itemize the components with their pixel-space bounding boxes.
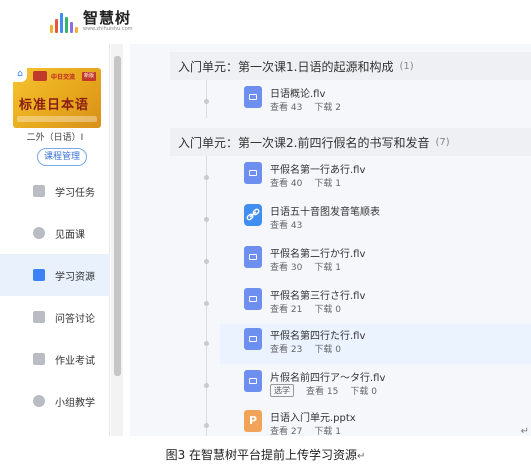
timeline-dot: [204, 259, 209, 264]
logo-url: www.zhihuishu.com: [83, 26, 133, 32]
video-file-icon: [244, 370, 262, 392]
view-count: 查看 30: [270, 263, 303, 273]
cover-tag: 新版: [82, 72, 96, 81]
chapter-count: (7): [435, 136, 450, 148]
cover-badge: [33, 71, 47, 81]
group-icon: [33, 395, 45, 407]
timeline-line: [206, 78, 207, 118]
sidebar-item-label: 学习资源: [55, 271, 95, 283]
resource-title[interactable]: 平假名第四行た行.flv: [270, 327, 365, 342]
sidebar-item-meeting[interactable]: 见面课: [0, 212, 110, 254]
logo-bars-icon: [50, 11, 78, 33]
resource-title[interactable]: 平假名第三行さ行.flv: [270, 287, 365, 302]
resource-item[interactable]: 平假名第一行あ行.flv 查看 40 下载 1: [204, 158, 531, 198]
sidebar-item-label: 问答讨论: [55, 313, 95, 325]
view-count: 查看 27: [270, 427, 303, 436]
view-count: 查看 23: [270, 345, 303, 355]
return-mark: ↵: [520, 426, 529, 436]
sidebar-item-label: 作业考试: [55, 355, 95, 367]
ppt-file-icon: P: [244, 410, 262, 432]
question-icon: [33, 311, 45, 323]
timeline-dot: [204, 99, 209, 104]
download-count[interactable]: 下载 0: [314, 302, 341, 315]
folder-icon: [33, 269, 45, 281]
timeline-dot: [204, 341, 209, 346]
video-file-icon: [244, 328, 262, 350]
sidebar-item-groups[interactable]: 小组教学: [0, 380, 110, 422]
sidebar-item-qa[interactable]: 问答讨论: [0, 296, 110, 338]
timeline-dot: [204, 383, 209, 388]
video-file-icon: [244, 246, 262, 268]
video-file-icon: [244, 86, 262, 108]
view-count: 查看 15: [306, 387, 339, 397]
sidebar-item-label: 小组教学: [55, 397, 95, 409]
top-header: 智慧树 www.zhihuishu.com: [0, 0, 531, 44]
course-name: 二外（日语）I: [26, 133, 84, 143]
sidebar-item-exams[interactable]: 作业考试: [0, 338, 110, 380]
timeline-line: [206, 154, 207, 436]
cover-decoration: [17, 116, 97, 122]
scrollbar-thumb[interactable]: [114, 56, 121, 376]
chapter-header[interactable]: 入门单元：第一次课2.前四行假名的书写和发音 (7): [170, 128, 531, 156]
resource-title[interactable]: 平假名第二行か行.flv: [270, 245, 365, 260]
caption-text: 图3 在智慧树平台提前上传学习资源: [165, 448, 358, 462]
course-manage-button[interactable]: 课程管理: [37, 148, 87, 166]
resource-title[interactable]: 日语五十音图发音笔顺表: [270, 203, 380, 218]
course-sidebar: ⌂ 中日交流 新版 标准日本语 二外（日语）I 课程管理 学习任务 见面课 学习…: [0, 44, 110, 436]
timeline-dot: [204, 301, 209, 306]
download-count[interactable]: 下载 0: [350, 384, 377, 397]
resource-title[interactable]: 日语概论.flv: [270, 85, 325, 100]
caption-mark: ↵: [357, 451, 366, 462]
calendar-icon: [33, 185, 45, 197]
timeline-dot: [204, 175, 209, 180]
resource-item-highlighted[interactable]: 平假名第四行た行.flv 查看 23 下载 0: [204, 324, 531, 364]
zhihuishu-logo[interactable]: 智慧树 www.zhihuishu.com: [50, 10, 133, 33]
sidebar-item-resources[interactable]: 学习资源: [0, 254, 110, 296]
cover-subtitle: 中日交流: [51, 74, 76, 81]
chapter-header[interactable]: 入门单元：第一次课1.日语的起源和构成 (1): [170, 52, 531, 80]
download-count[interactable]: 下载 1: [314, 260, 341, 273]
user-icon: [33, 227, 45, 239]
resource-item[interactable]: 片假名前四行ア～タ行.flv 选学 查看 15 下载 0: [204, 366, 531, 406]
video-file-icon: [244, 162, 262, 184]
chapter-count: (1): [399, 60, 414, 72]
timeline-dot: [204, 217, 209, 222]
elective-badge: 选学: [270, 384, 294, 397]
download-count[interactable]: 下载 2: [314, 100, 341, 113]
video-file-icon: [244, 288, 262, 310]
view-count: 查看 40: [270, 179, 303, 189]
resource-item[interactable]: 平假名第三行さ行.flv 查看 21 下载 0: [204, 284, 531, 324]
timeline-dot: [204, 423, 209, 428]
sidebar-item-label: 学习任务: [55, 187, 95, 199]
link-icon: [244, 204, 262, 226]
resource-title[interactable]: 日语入门单元.pptx: [270, 409, 356, 424]
resource-list-panel: 入门单元：第一次课1.日语的起源和构成 (1) 日语概论.flv 查看 43 下…: [130, 44, 531, 436]
view-count: 查看 43: [270, 103, 303, 113]
sidebar-item-tasks[interactable]: 学习任务: [0, 170, 110, 212]
cover-title: 标准日本语: [19, 98, 90, 113]
course-cover-image[interactable]: ⌂ 中日交流 新版 标准日本语: [13, 68, 101, 128]
resource-item[interactable]: 日语五十音图发音笔顺表 查看 43: [204, 200, 531, 240]
home-icon[interactable]: ⌂: [13, 68, 27, 82]
resource-item[interactable]: 日语概论.flv 查看 43 下载 2: [204, 82, 531, 122]
view-count: 查看 43: [270, 221, 303, 231]
resource-item[interactable]: 平假名第二行か行.flv 查看 30 下载 1: [204, 242, 531, 282]
exam-icon: [33, 353, 45, 365]
chapter-title: 入门单元：第一次课2.前四行假名的书写和发音: [178, 135, 430, 150]
resource-item[interactable]: P 日语入门单元.pptx 查看 27 下载 1: [204, 406, 531, 436]
figure-caption: 图3 在智慧树平台提前上传学习资源↵: [0, 446, 531, 463]
view-count: 查看 21: [270, 305, 303, 315]
resource-title[interactable]: 片假名前四行ア～タ行.flv: [270, 369, 385, 384]
download-count[interactable]: 下载 1: [314, 424, 341, 436]
download-count[interactable]: 下载 0: [314, 342, 341, 355]
chapter-title: 入门单元：第一次课1.日语的起源和构成: [178, 59, 394, 74]
sidebar-item-label: 见面课: [55, 229, 85, 241]
resource-title[interactable]: 平假名第一行あ行.flv: [270, 161, 365, 176]
download-count[interactable]: 下载 1: [314, 176, 341, 189]
logo-name: 智慧树: [83, 9, 132, 27]
